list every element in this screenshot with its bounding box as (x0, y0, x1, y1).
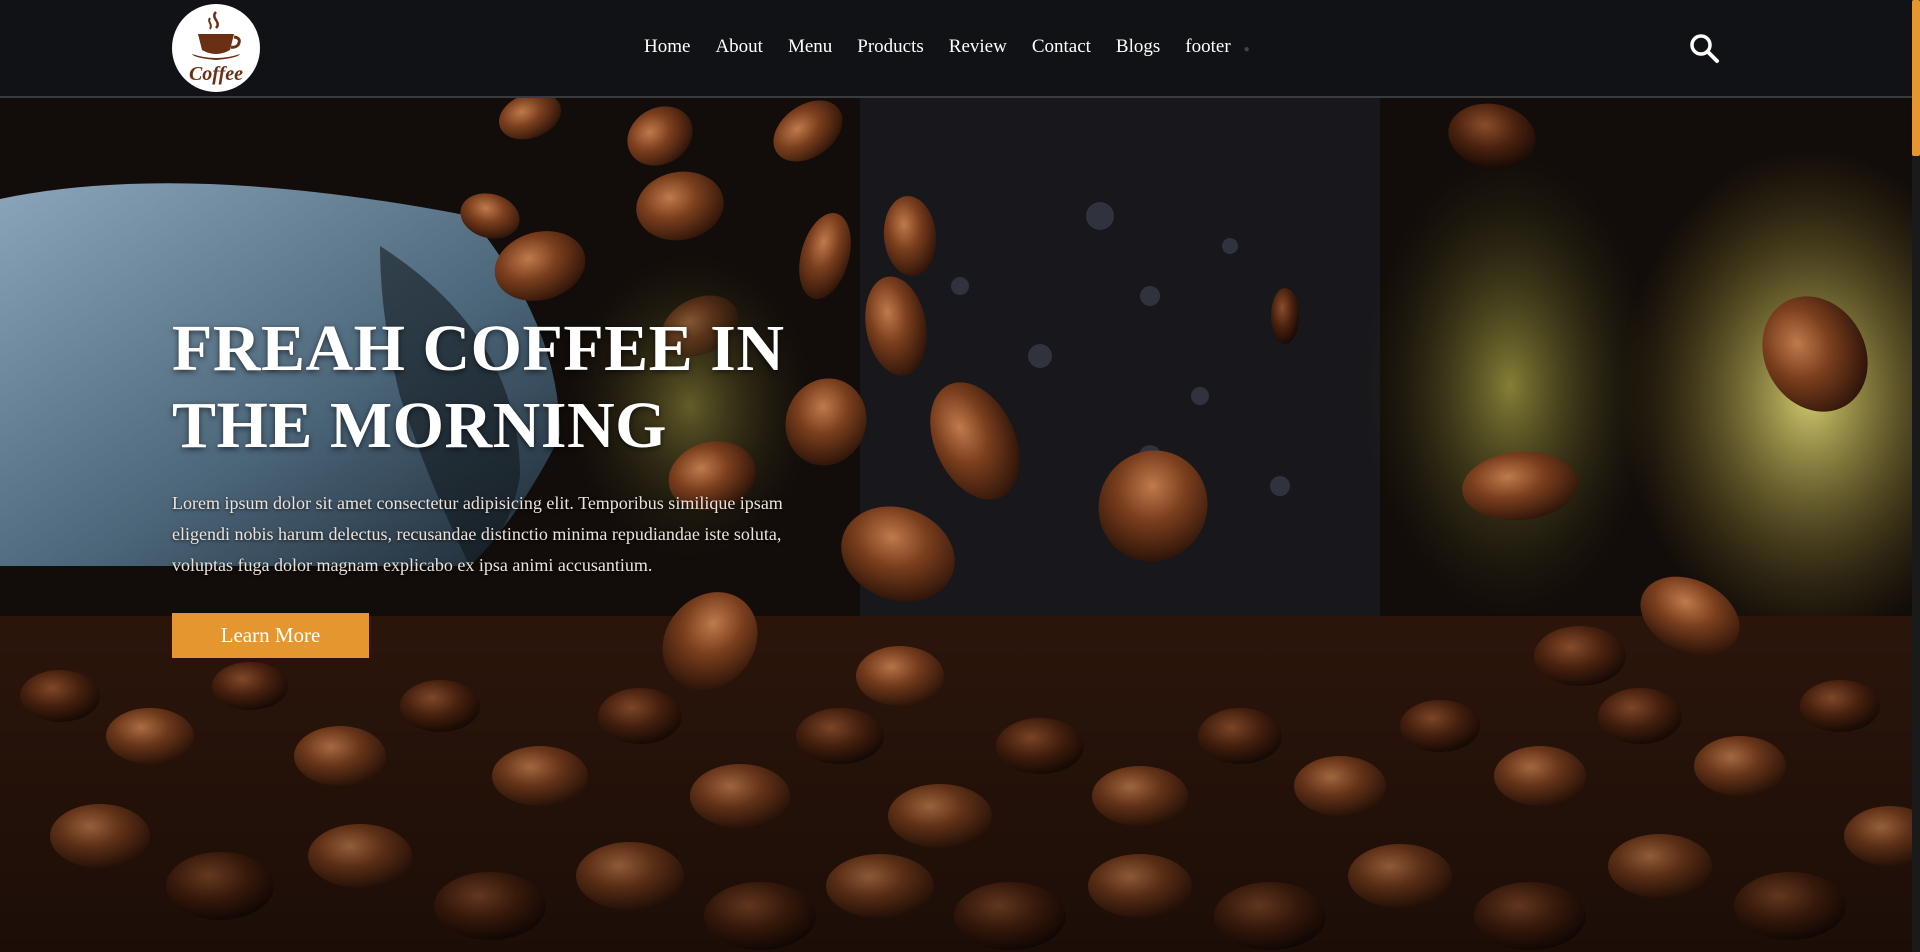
nav-blogs[interactable]: Blogs (1116, 36, 1160, 58)
hero-title: FREAH COFFEE IN THE MORNING (172, 310, 852, 464)
page-scrollbar[interactable] (1912, 0, 1920, 952)
nav-about[interactable]: About (715, 36, 763, 58)
coffee-cup-icon: Coffee (189, 11, 243, 85)
nav-contact[interactable]: Contact (1032, 36, 1091, 58)
learn-more-button[interactable]: Learn More (172, 613, 369, 658)
hero-title-line1: FREAH COFFEE IN (172, 312, 785, 385)
nav-menu[interactable]: Menu (788, 36, 832, 58)
page: Coffee Home About Menu Products Review C… (0, 0, 1920, 952)
search-icon[interactable] (1688, 32, 1720, 64)
coffee-logo[interactable]: Coffee (172, 4, 260, 92)
scrollbar-thumb[interactable] (1912, 0, 1920, 156)
nav-home[interactable]: Home (644, 36, 690, 58)
nav-products[interactable]: Products (857, 36, 924, 58)
hero-description: Lorem ipsum dolor sit amet consectetur a… (172, 493, 783, 575)
hero-section: FREAH COFFEE IN THE MORNING Lorem ipsum … (0, 96, 1920, 952)
nav-footer[interactable]: footer (1185, 36, 1230, 58)
nav-review[interactable]: Review (949, 36, 1007, 58)
hero-title-line2: THE MORNING (172, 389, 668, 462)
main-nav: Home About Menu Products Review Contact … (644, 36, 1250, 58)
logo-text: Coffee (189, 63, 243, 85)
hero-content: FREAH COFFEE IN THE MORNING Lorem ipsum … (172, 310, 852, 658)
site-header: Coffee Home About Menu Products Review C… (0, 0, 1920, 98)
nav-dot: ● (1243, 43, 1250, 55)
